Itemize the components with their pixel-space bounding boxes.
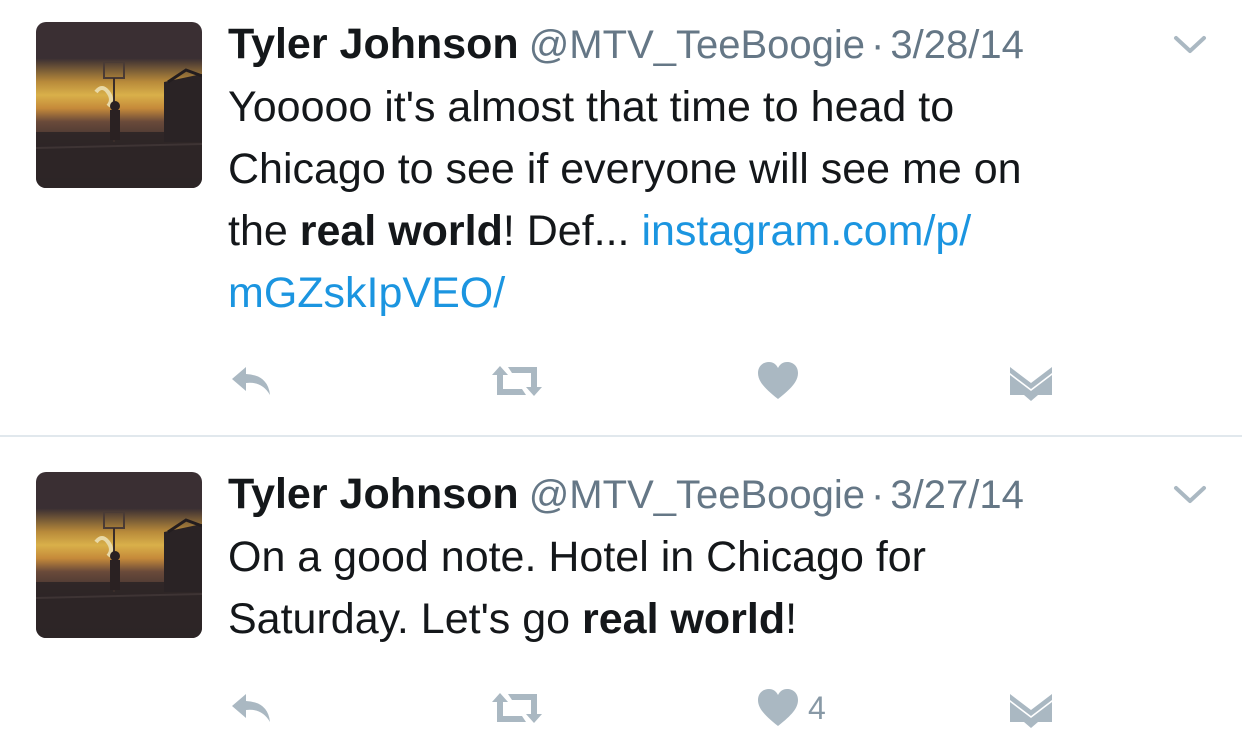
reply-button[interactable]	[228, 683, 276, 733]
display-name[interactable]: Tyler Johnson	[228, 470, 519, 518]
reply-button[interactable]	[228, 356, 276, 406]
tweet[interactable]: Tyler Johnson @MTV_TeeBoogie · 3/27/14 On a…	[0, 437, 1242, 741]
tweet-text: Yooooo it's almost that time to head to …	[228, 76, 1188, 324]
instagram-link-continued[interactable]: mGZskIpVEO/	[228, 262, 1188, 324]
highlighted-term: real world	[582, 595, 786, 643]
avatar-image	[36, 511, 202, 638]
like-button[interactable]	[756, 356, 808, 406]
retweet-icon	[492, 366, 542, 396]
retweet-button[interactable]	[488, 356, 546, 406]
tweet-date[interactable]: 3/28/14	[890, 23, 1023, 67]
tweet-actions: 4	[0, 683, 1242, 733]
tweet[interactable]: Tyler Johnson @MTV_TeeBoogie · 3/28/14 Yooo…	[0, 0, 1242, 436]
tweet-actions	[0, 356, 1242, 406]
tweet-text-line: the real world! Def... instagram.com/p/	[228, 200, 1188, 262]
avatar[interactable]	[36, 472, 202, 638]
user-handle[interactable]: @MTV_TeeBoogie	[529, 23, 865, 67]
highlighted-term: real world	[299, 207, 503, 255]
like-button[interactable]: 4	[756, 683, 826, 733]
user-handle[interactable]: @MTV_TeeBoogie	[529, 473, 865, 517]
tweet-text-line: Yooooo it's almost that time to head to	[228, 83, 955, 131]
tweet-text-line: Saturday. Let's go real world!	[228, 588, 1188, 650]
separator-dot: ·	[871, 23, 885, 67]
tweet-text-fragment: the	[228, 207, 300, 255]
envelope-icon	[1010, 694, 1052, 728]
envelope-icon	[1010, 367, 1052, 401]
avatar-image	[36, 61, 202, 188]
instagram-link[interactable]: instagram.com/p/	[641, 207, 971, 255]
chevron-down-icon[interactable]	[1170, 482, 1210, 508]
heart-icon	[758, 362, 798, 399]
avatar[interactable]	[36, 22, 202, 188]
direct-message-button[interactable]	[1008, 683, 1054, 733]
reply-arrow-icon	[232, 367, 270, 395]
tweet-text-fragment: Saturday. Let's go	[228, 595, 583, 643]
tweet-text: On a good note. Hotel in Chicago for Sat…	[228, 526, 1188, 650]
retweet-icon	[492, 693, 542, 723]
retweet-button[interactable]	[488, 683, 546, 733]
separator-dot: ·	[871, 473, 885, 517]
chevron-down-icon[interactable]	[1170, 32, 1210, 58]
display-name[interactable]: Tyler Johnson	[228, 20, 519, 68]
tweet-text-line: On a good note. Hotel in Chicago for	[228, 533, 926, 581]
tweet-header: Tyler Johnson @MTV_TeeBoogie · 3/27/14	[228, 470, 1024, 519]
tweet-text-fragment: ! Def...	[502, 207, 642, 255]
direct-message-button[interactable]	[1008, 356, 1054, 406]
like-count: 4	[808, 689, 826, 726]
tweet-text-line: Chicago to see if everyone will see me o…	[228, 145, 1022, 193]
tweet-header: Tyler Johnson @MTV_TeeBoogie · 3/28/14	[228, 20, 1024, 69]
reply-arrow-icon	[232, 694, 270, 722]
tweet-text-fragment: !	[785, 595, 798, 643]
heart-icon	[758, 689, 798, 726]
tweet-date[interactable]: 3/27/14	[890, 473, 1023, 517]
